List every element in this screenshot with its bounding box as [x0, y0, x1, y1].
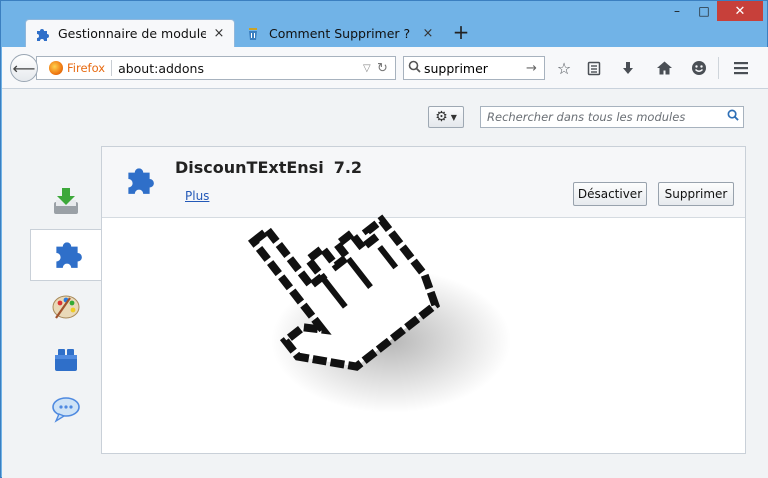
addons-search-placeholder: Rechercher dans tous les modules — [487, 110, 686, 124]
extension-puzzle-icon — [122, 162, 156, 196]
identity-label: Firefox — [67, 61, 106, 75]
new-tab-button[interactable]: + — [449, 21, 473, 45]
category-get-addons[interactable] — [30, 177, 102, 229]
addon-title: DiscounTExtEnsi 7.2 — [175, 158, 362, 177]
history-dropdown-icon[interactable]: ▽ — [363, 63, 377, 74]
appearance-icon — [50, 290, 82, 326]
addon-name: DiscounTExtEnsi — [175, 158, 324, 177]
tab-title: Comment Supprimer ? Net... — [269, 25, 415, 41]
addons-manager-content: ⚙ ▼ Rechercher dans tous les modules Dis… — [2, 89, 768, 478]
close-window-button[interactable]: ✕ — [717, 1, 763, 21]
minimize-button[interactable]: – — [663, 1, 691, 21]
navigation-toolbar: Firefox about:addons ▽ ↻ ⟵ supprimer → ☆ — [2, 47, 768, 89]
hamburger-menu-icon[interactable] — [729, 57, 753, 79]
extensions-icon — [50, 236, 84, 274]
category-services[interactable] — [30, 385, 102, 437]
puzzle-icon — [34, 26, 50, 42]
back-arrow-icon: ⟵ — [12, 58, 36, 78]
maximize-button[interactable]: □ — [691, 1, 717, 21]
search-input[interactable]: supprimer — [424, 61, 526, 76]
firefox-icon — [49, 61, 63, 75]
search-go-icon[interactable]: → — [526, 61, 544, 76]
gear-icon: ⚙ — [435, 109, 448, 125]
search-icon — [404, 60, 424, 77]
addon-item[interactable]: DiscounTExtEnsi 7.2 Plus Désactiver Suppr… — [102, 147, 745, 218]
url-text[interactable]: about:addons — [118, 61, 363, 76]
tab-addons-manager[interactable]: Gestionnaire de modules c... × — [25, 19, 235, 47]
chevron-down-icon: ▼ — [450, 112, 457, 122]
disable-button[interactable]: Désactiver — [573, 182, 647, 206]
tab-close-button[interactable]: × — [421, 26, 435, 41]
category-extensions[interactable] — [30, 229, 102, 281]
back-button[interactable]: ⟵ — [10, 54, 38, 82]
bookmarks-menu-icon[interactable] — [582, 57, 606, 79]
downloads-icon[interactable] — [616, 57, 640, 79]
remove-button[interactable]: Supprimer — [658, 182, 734, 206]
divider — [111, 60, 113, 76]
social-smiley-icon[interactable] — [687, 57, 711, 79]
addon-version: 7.2 — [333, 158, 363, 177]
search-bar[interactable]: supprimer → — [403, 56, 545, 80]
bookmark-star-icon[interactable]: ☆ — [552, 57, 576, 79]
tab-comment-supprimer[interactable]: Comment Supprimer ? Net... × — [237, 19, 443, 47]
search-icon[interactable] — [723, 109, 743, 125]
category-appearance[interactable] — [30, 282, 102, 334]
bin-icon — [245, 25, 261, 41]
plugins-icon — [52, 343, 80, 377]
tools-gear-button[interactable]: ⚙ ▼ — [428, 106, 464, 128]
browser-window: Gestionnaire de modules c... × Comment S… — [0, 0, 768, 478]
home-icon[interactable] — [652, 57, 676, 79]
addon-more-link[interactable]: Plus — [185, 189, 209, 203]
services-icon — [50, 394, 82, 428]
url-bar[interactable]: Firefox about:addons ▽ ↻ — [36, 56, 396, 80]
reload-icon[interactable]: ↻ — [377, 61, 395, 76]
identity-box[interactable]: Firefox — [37, 61, 105, 75]
tab-title: Gestionnaire de modules c... — [58, 26, 206, 41]
category-plugins[interactable] — [30, 334, 102, 386]
toolbar-divider — [718, 57, 719, 79]
addon-list-panel: DiscounTExtEnsi 7.2 Plus Désactiver Suppr… — [101, 146, 746, 454]
addons-search-input[interactable]: Rechercher dans tous les modules — [480, 106, 744, 128]
get-addons-icon — [51, 185, 81, 221]
tab-close-button[interactable]: × — [212, 26, 226, 41]
tab-strip: Gestionnaire de modules c... × Comment S… — [1, 1, 768, 47]
